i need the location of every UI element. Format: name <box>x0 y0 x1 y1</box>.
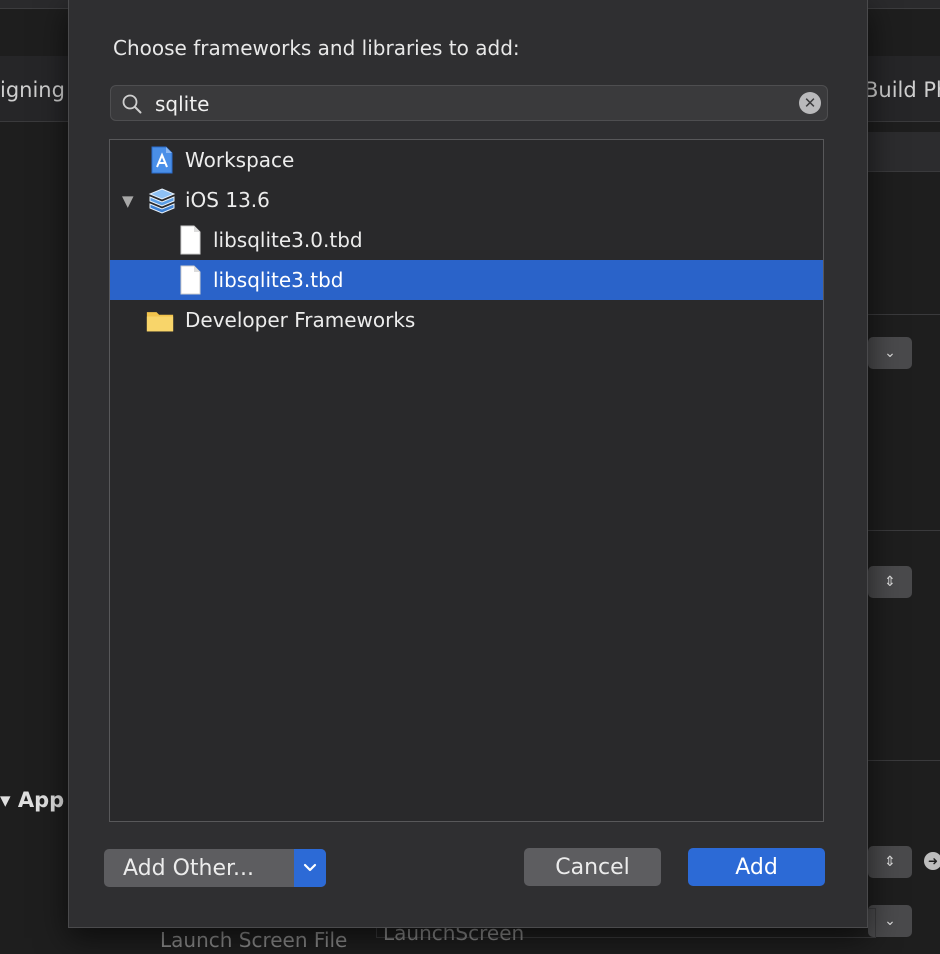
background-stepper-popup[interactable]: ⇕ <box>868 846 912 878</box>
background-header-strip <box>868 132 940 172</box>
list-item-libsqlite3-0[interactable]: libsqlite3.0.tbd <box>110 220 823 260</box>
workspace-icon <box>151 146 173 174</box>
list-item-label: libsqlite3.0.tbd <box>213 228 363 252</box>
background-separator <box>868 530 940 531</box>
magnifying-glass-icon <box>122 94 142 114</box>
document-icon <box>180 225 201 255</box>
disclosure-triangle-icon[interactable]: ▼ <box>122 192 134 210</box>
sdk-stack-icon <box>148 188 176 214</box>
background-popup-button[interactable]: ⌄ <box>868 337 912 369</box>
navigate-arrow-icon[interactable]: ➜ <box>924 852 940 870</box>
chevron-down-icon[interactable] <box>294 849 326 887</box>
list-item-label: Developer Frameworks <box>185 308 416 332</box>
background-separator <box>868 760 940 761</box>
list-item-label: iOS 13.6 <box>185 188 270 212</box>
up-down-chevron-icon: ⇕ <box>884 854 896 870</box>
build-phases-tab-partial[interactable]: Build Ph <box>864 78 940 102</box>
list-item-workspace[interactable]: Workspace <box>110 140 823 180</box>
up-down-chevron-icon: ⇕ <box>884 574 896 590</box>
list-item-developer-frameworks[interactable]: Developer Frameworks <box>110 300 823 340</box>
launch-screen-label: Launch Screen File <box>160 928 348 952</box>
add-other-label: Add Other... <box>123 855 255 881</box>
list-item-label: Workspace <box>185 148 295 172</box>
background-stepper-popup[interactable]: ⇕ <box>868 566 912 598</box>
chevron-down-icon: ⌄ <box>884 913 896 929</box>
add-button[interactable]: Add <box>688 848 825 886</box>
search-field[interactable]: sqlite ✕ <box>110 85 828 121</box>
search-input[interactable]: sqlite <box>155 92 209 116</box>
framework-list[interactable]: Workspace ▼ iOS 13.6 libsqlite3.0.tbd li… <box>109 139 824 822</box>
add-frameworks-sheet: Choose frameworks and libraries to add: … <box>68 0 868 928</box>
app-section-title: ▾ App <box>0 788 65 812</box>
cancel-button[interactable]: Cancel <box>524 848 661 886</box>
add-other-button[interactable]: Add Other... <box>104 849 326 887</box>
sheet-title: Choose frameworks and libraries to add: <box>113 36 520 60</box>
clear-circle-icon[interactable]: ✕ <box>799 92 821 114</box>
disclosure-triangle-icon[interactable]: ▾ <box>0 788 18 812</box>
signing-tab-partial[interactable]: igning <box>0 78 65 102</box>
list-item-ios-sdk[interactable]: ▼ iOS 13.6 <box>110 180 823 220</box>
background-separator <box>868 314 940 315</box>
list-item-label: libsqlite3.tbd <box>213 268 344 292</box>
folder-icon <box>146 312 174 332</box>
list-item-libsqlite3[interactable]: libsqlite3.tbd <box>110 260 823 300</box>
chevron-down-icon: ⌄ <box>884 345 896 361</box>
document-icon <box>180 265 201 295</box>
